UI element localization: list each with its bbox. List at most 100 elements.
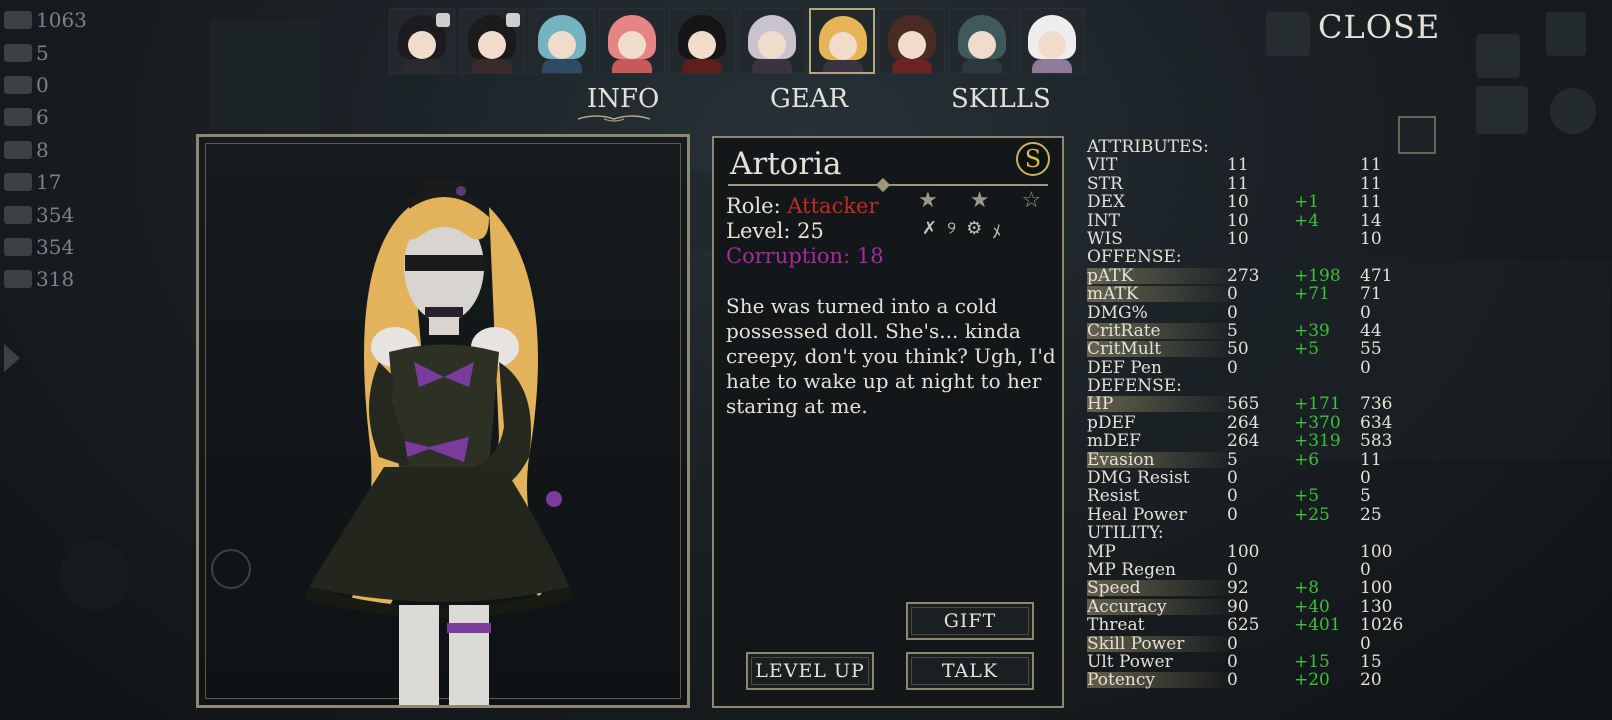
portrait-body bbox=[892, 59, 932, 73]
stat-name: MP bbox=[1087, 541, 1116, 562]
gift-button[interactable]: GIFT bbox=[906, 602, 1034, 640]
resource-value: 1063 bbox=[36, 8, 87, 33]
close-button[interactable]: CLOSE bbox=[1318, 8, 1440, 46]
resource-row: 5 bbox=[4, 36, 87, 68]
swirl-icon: ୨ bbox=[947, 218, 957, 239]
trophy-icon[interactable] bbox=[1266, 12, 1310, 56]
stat-total: 471 bbox=[1360, 265, 1393, 286]
stat-base: 10 bbox=[1227, 228, 1249, 249]
stat-name: Heal Power bbox=[1087, 504, 1187, 525]
star-rating: ★ ★ ☆ bbox=[918, 188, 1041, 213]
portrait-white[interactable] bbox=[1019, 8, 1085, 74]
stat-row: pDEF 264 +370 634 bbox=[1087, 412, 1467, 433]
portrait-silver[interactable] bbox=[739, 8, 805, 74]
portrait-body bbox=[542, 59, 582, 73]
stat-name: mDEF bbox=[1087, 431, 1141, 452]
stat-total: 0 bbox=[1360, 559, 1371, 580]
portrait-face bbox=[829, 32, 857, 60]
stat-bonus: +40 bbox=[1294, 596, 1330, 617]
stat-row: Accuracy 90 +40 130 bbox=[1087, 596, 1467, 617]
stat-base: 0 bbox=[1227, 559, 1238, 580]
stat-base: 0 bbox=[1227, 302, 1238, 323]
stat-name: DMG Resist bbox=[1087, 468, 1190, 489]
portrait-dark[interactable] bbox=[669, 8, 735, 74]
left-arrow-icon[interactable] bbox=[4, 344, 20, 372]
star-icon: ★ bbox=[969, 188, 990, 213]
role-value: Attacker bbox=[787, 194, 879, 218]
gear-hammer-icon: ⚙ bbox=[966, 218, 983, 239]
portrait-gray[interactable] bbox=[949, 8, 1015, 74]
stat-total: 71 bbox=[1360, 284, 1382, 305]
portrait-artoria[interactable] bbox=[809, 8, 875, 74]
stat-name: HP bbox=[1087, 394, 1114, 415]
stat-name: Speed bbox=[1087, 578, 1141, 599]
tab-gear[interactable]: GEAR bbox=[770, 84, 848, 114]
stat-name: Threat bbox=[1087, 615, 1145, 636]
portrait-teal[interactable] bbox=[529, 8, 595, 74]
spiral-icon bbox=[4, 43, 32, 62]
resource-value: 318 bbox=[36, 267, 75, 292]
stat-row: Ult Power 0 +15 15 bbox=[1087, 651, 1467, 672]
portrait-face bbox=[1038, 31, 1066, 59]
crossed-swords-icon: ✗ bbox=[922, 218, 938, 239]
portrait-hat[interactable] bbox=[879, 8, 945, 74]
lock-icon bbox=[506, 13, 520, 27]
stat-row: WIS 10 10 bbox=[1087, 228, 1467, 249]
stat-total: 634 bbox=[1360, 412, 1393, 433]
plank-icon bbox=[4, 237, 32, 256]
person-icon[interactable] bbox=[1546, 12, 1586, 56]
stat-total: 25 bbox=[1360, 504, 1382, 525]
stat-total: 10 bbox=[1360, 228, 1382, 249]
stat-row: mATK 0 +71 71 bbox=[1087, 284, 1467, 305]
portrait-masked[interactable] bbox=[459, 8, 525, 74]
portrait-face bbox=[408, 31, 436, 59]
tab-info[interactable]: INFO bbox=[587, 84, 659, 114]
role-label: Role: bbox=[726, 194, 781, 218]
portrait-body bbox=[1032, 59, 1072, 73]
stat-bonus: +1 bbox=[1294, 192, 1320, 213]
stat-bonus: +370 bbox=[1294, 412, 1341, 433]
resource-row: 17 bbox=[4, 166, 87, 198]
level-text: Level: 25 bbox=[726, 219, 824, 243]
tab-skills[interactable]: SKILLS bbox=[951, 84, 1051, 114]
stat-total: 44 bbox=[1360, 320, 1382, 341]
stat-base: 90 bbox=[1227, 596, 1249, 617]
stat-name: Resist bbox=[1087, 486, 1140, 507]
stat-bonus: +4 bbox=[1294, 210, 1320, 231]
stat-row: DEX 10 +1 11 bbox=[1087, 192, 1467, 213]
portrait-body bbox=[752, 59, 792, 73]
stat-bonus: +6 bbox=[1294, 449, 1320, 470]
level-up-button[interactable]: LEVEL UP bbox=[746, 652, 874, 690]
ingot-icon bbox=[4, 173, 32, 192]
stat-base: 0 bbox=[1227, 486, 1238, 507]
portrait-hooded[interactable] bbox=[389, 8, 455, 74]
stat-row: Skill Power 0 0 bbox=[1087, 633, 1467, 654]
stat-base: 273 bbox=[1227, 265, 1260, 286]
stat-total: 11 bbox=[1360, 449, 1382, 470]
portrait-body bbox=[402, 59, 442, 73]
stat-base: 0 bbox=[1227, 284, 1238, 305]
stat-row: STR 11 11 bbox=[1087, 174, 1467, 193]
hierarchy-icon[interactable] bbox=[1476, 34, 1520, 78]
portrait-face bbox=[618, 31, 646, 59]
stat-name: pATK bbox=[1087, 265, 1134, 286]
stat-row: CritRate 5 +39 44 bbox=[1087, 320, 1467, 341]
stat-base: 0 bbox=[1227, 633, 1238, 654]
resource-list: 1063 5 0 6 8 17 354 354 318 bbox=[4, 4, 87, 296]
portrait-pink[interactable] bbox=[599, 8, 665, 74]
stat-total: 11 bbox=[1360, 192, 1382, 213]
resource-row: 0 bbox=[4, 69, 87, 101]
stat-name: VIT bbox=[1087, 155, 1118, 176]
gear-icon[interactable] bbox=[1550, 88, 1596, 134]
resource-value: 17 bbox=[36, 170, 62, 195]
download-icon[interactable] bbox=[1476, 86, 1528, 134]
talk-button[interactable]: TALK bbox=[906, 652, 1034, 690]
stat-row: Evasion 5 +6 11 bbox=[1087, 449, 1467, 470]
stat-total: 0 bbox=[1360, 302, 1371, 323]
stat-name: CritMult bbox=[1087, 339, 1162, 360]
scroll-icon[interactable] bbox=[1398, 116, 1436, 154]
stat-row: INT 10 +4 14 bbox=[1087, 210, 1467, 231]
stat-name: Potency bbox=[1087, 670, 1155, 691]
stats-section-header: OFFENSE: bbox=[1087, 247, 1182, 268]
stat-name: Ult Power bbox=[1087, 651, 1173, 672]
